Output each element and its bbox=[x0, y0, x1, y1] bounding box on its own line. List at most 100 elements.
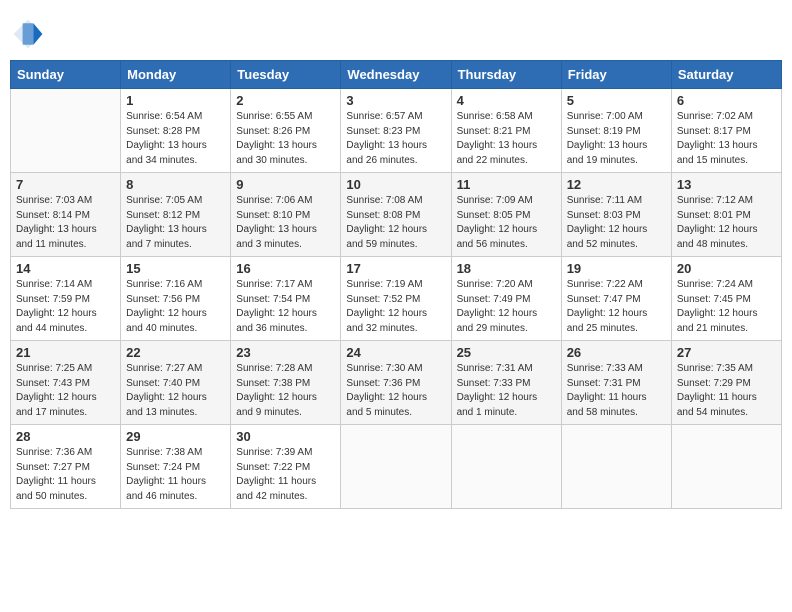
day-info: Sunrise: 7:05 AM Sunset: 8:12 PM Dayligh… bbox=[126, 194, 225, 252]
day-number: 18 bbox=[457, 261, 556, 276]
day-number: 20 bbox=[677, 261, 776, 276]
day-number: 29 bbox=[126, 429, 225, 444]
day-number: 6 bbox=[677, 93, 776, 108]
calendar-cell: 17Sunrise: 7:19 AM Sunset: 7:52 PM Dayli… bbox=[341, 257, 451, 341]
day-number: 3 bbox=[346, 93, 445, 108]
day-info: Sunrise: 7:25 AM Sunset: 7:43 PM Dayligh… bbox=[16, 362, 115, 420]
col-header-sunday: Sunday bbox=[11, 61, 121, 89]
day-number: 26 bbox=[567, 345, 666, 360]
col-header-tuesday: Tuesday bbox=[231, 61, 341, 89]
calendar-cell: 9Sunrise: 7:06 AM Sunset: 8:10 PM Daylig… bbox=[231, 173, 341, 257]
day-info: Sunrise: 7:33 AM Sunset: 7:31 PM Dayligh… bbox=[567, 362, 666, 420]
calendar-cell: 7 Sunrise: 7:03 AM Sunset: 8:14 PM Daylig… bbox=[11, 173, 121, 257]
calendar-cell: 22Sunrise: 7:27 AM Sunset: 7:40 PM Dayli… bbox=[121, 341, 231, 425]
calendar-week-row: 21 Sunrise: 7:25 AM Sunset: 7:43 PM Dayli… bbox=[11, 341, 782, 425]
calendar-cell: 3 Sunrise: 6:57 AM Sunset: 8:23 PM Daylig… bbox=[341, 89, 451, 173]
day-number: 15 bbox=[126, 261, 225, 276]
calendar-cell: 11 Sunrise: 7:09 AM Sunset: 8:05 PM Dayli… bbox=[451, 173, 561, 257]
day-info: Sunrise: 7:30 AM Sunset: 7:36 PM Dayligh… bbox=[346, 362, 445, 420]
day-number: 8 bbox=[126, 177, 225, 192]
calendar-header-row: SundayMondayTuesdayWednesdayThursdayFrid… bbox=[11, 61, 782, 89]
day-number: 25 bbox=[457, 345, 556, 360]
calendar-cell: 28 Sunrise: 7:36 AM Sunset: 7:27 PM Dayli… bbox=[11, 425, 121, 509]
calendar-cell: 30 Sunrise: 7:39 AM Sunset: 7:22 PM Dayli… bbox=[231, 425, 341, 509]
calendar-cell: 10 Sunrise: 7:08 AM Sunset: 8:08 PM Dayli… bbox=[341, 173, 451, 257]
calendar-cell: 1 Sunrise: 6:54 AM Sunset: 8:28 PM Daylig… bbox=[121, 89, 231, 173]
day-number: 30 bbox=[236, 429, 335, 444]
calendar-week-row: 7 Sunrise: 7:03 AM Sunset: 8:14 PM Daylig… bbox=[11, 173, 782, 257]
calendar-cell: 29 Sunrise: 7:38 AM Sunset: 7:24 PM Dayli… bbox=[121, 425, 231, 509]
day-info: Sunrise: 7:09 AM Sunset: 8:05 PM Dayligh… bbox=[457, 194, 556, 252]
calendar-cell bbox=[11, 89, 121, 173]
calendar-cell: 6 Sunrise: 7:02 AM Sunset: 8:17 PM Daylig… bbox=[671, 89, 781, 173]
day-number: 12 bbox=[567, 177, 666, 192]
day-number: 19 bbox=[567, 261, 666, 276]
calendar-cell: 4Sunrise: 6:58 AM Sunset: 8:21 PM Daylig… bbox=[451, 89, 561, 173]
calendar-cell: 21 Sunrise: 7:25 AM Sunset: 7:43 PM Dayli… bbox=[11, 341, 121, 425]
calendar-cell bbox=[341, 425, 451, 509]
col-header-friday: Friday bbox=[561, 61, 671, 89]
day-info: Sunrise: 7:02 AM Sunset: 8:17 PM Dayligh… bbox=[677, 110, 776, 168]
day-info: Sunrise: 6:55 AM Sunset: 8:26 PM Dayligh… bbox=[236, 110, 335, 168]
col-header-wednesday: Wednesday bbox=[341, 61, 451, 89]
day-number: 1 bbox=[126, 93, 225, 108]
calendar-cell bbox=[561, 425, 671, 509]
day-number: 17 bbox=[346, 261, 445, 276]
day-info: Sunrise: 7:31 AM Sunset: 7:33 PM Dayligh… bbox=[457, 362, 556, 420]
day-number: 28 bbox=[16, 429, 115, 444]
calendar-cell: 18 Sunrise: 7:20 AM Sunset: 7:49 PM Dayli… bbox=[451, 257, 561, 341]
logo bbox=[10, 16, 50, 52]
calendar-cell: 24 Sunrise: 7:30 AM Sunset: 7:36 PM Dayli… bbox=[341, 341, 451, 425]
col-header-monday: Monday bbox=[121, 61, 231, 89]
day-info: Sunrise: 7:39 AM Sunset: 7:22 PM Dayligh… bbox=[236, 446, 335, 504]
day-info: Sunrise: 7:12 AM Sunset: 8:01 PM Dayligh… bbox=[677, 194, 776, 252]
day-info: Sunrise: 7:20 AM Sunset: 7:49 PM Dayligh… bbox=[457, 278, 556, 336]
day-number: 13 bbox=[677, 177, 776, 192]
calendar-cell: 27 Sunrise: 7:35 AM Sunset: 7:29 PM Dayli… bbox=[671, 341, 781, 425]
col-header-thursday: Thursday bbox=[451, 61, 561, 89]
calendar-week-row: 14 Sunrise: 7:14 AM Sunset: 7:59 PM Dayli… bbox=[11, 257, 782, 341]
page-header bbox=[10, 10, 782, 52]
day-info: Sunrise: 6:54 AM Sunset: 8:28 PM Dayligh… bbox=[126, 110, 225, 168]
calendar-cell: 25 Sunrise: 7:31 AM Sunset: 7:33 PM Dayli… bbox=[451, 341, 561, 425]
day-number: 21 bbox=[16, 345, 115, 360]
calendar-table: SundayMondayTuesdayWednesdayThursdayFrid… bbox=[10, 60, 782, 509]
day-info: Sunrise: 7:03 AM Sunset: 8:14 PM Dayligh… bbox=[16, 194, 115, 252]
calendar-week-row: 28 Sunrise: 7:36 AM Sunset: 7:27 PM Dayli… bbox=[11, 425, 782, 509]
calendar-week-row: 1 Sunrise: 6:54 AM Sunset: 8:28 PM Daylig… bbox=[11, 89, 782, 173]
day-info: Sunrise: 7:17 AM Sunset: 7:54 PM Dayligh… bbox=[236, 278, 335, 336]
col-header-saturday: Saturday bbox=[671, 61, 781, 89]
calendar-cell: 5 Sunrise: 7:00 AM Sunset: 8:19 PM Daylig… bbox=[561, 89, 671, 173]
day-info: Sunrise: 7:06 AM Sunset: 8:10 PM Dayligh… bbox=[236, 194, 335, 252]
day-info: Sunrise: 7:22 AM Sunset: 7:47 PM Dayligh… bbox=[567, 278, 666, 336]
day-number: 16 bbox=[236, 261, 335, 276]
day-info: Sunrise: 7:16 AM Sunset: 7:56 PM Dayligh… bbox=[126, 278, 225, 336]
day-number: 27 bbox=[677, 345, 776, 360]
day-info: Sunrise: 7:00 AM Sunset: 8:19 PM Dayligh… bbox=[567, 110, 666, 168]
day-info: Sunrise: 7:35 AM Sunset: 7:29 PM Dayligh… bbox=[677, 362, 776, 420]
calendar-cell: 15 Sunrise: 7:16 AM Sunset: 7:56 PM Dayli… bbox=[121, 257, 231, 341]
calendar-cell: 12 Sunrise: 7:11 AM Sunset: 8:03 PM Dayli… bbox=[561, 173, 671, 257]
day-number: 10 bbox=[346, 177, 445, 192]
day-info: Sunrise: 7:24 AM Sunset: 7:45 PM Dayligh… bbox=[677, 278, 776, 336]
day-number: 4 bbox=[457, 93, 556, 108]
calendar-cell: 8 Sunrise: 7:05 AM Sunset: 8:12 PM Daylig… bbox=[121, 173, 231, 257]
day-number: 14 bbox=[16, 261, 115, 276]
day-info: Sunrise: 7:28 AM Sunset: 7:38 PM Dayligh… bbox=[236, 362, 335, 420]
day-info: Sunrise: 7:14 AM Sunset: 7:59 PM Dayligh… bbox=[16, 278, 115, 336]
day-info: Sunrise: 7:38 AM Sunset: 7:24 PM Dayligh… bbox=[126, 446, 225, 504]
day-number: 23 bbox=[236, 345, 335, 360]
day-number: 5 bbox=[567, 93, 666, 108]
day-info: Sunrise: 7:36 AM Sunset: 7:27 PM Dayligh… bbox=[16, 446, 115, 504]
day-number: 24 bbox=[346, 345, 445, 360]
day-info: Sunrise: 7:08 AM Sunset: 8:08 PM Dayligh… bbox=[346, 194, 445, 252]
day-number: 11 bbox=[457, 177, 556, 192]
day-number: 7 bbox=[16, 177, 115, 192]
calendar-cell: 19 Sunrise: 7:22 AM Sunset: 7:47 PM Dayli… bbox=[561, 257, 671, 341]
day-number: 2 bbox=[236, 93, 335, 108]
calendar-cell bbox=[451, 425, 561, 509]
day-info: Sunrise: 6:57 AM Sunset: 8:23 PM Dayligh… bbox=[346, 110, 445, 168]
day-number: 22 bbox=[126, 345, 225, 360]
calendar-cell: 20 Sunrise: 7:24 AM Sunset: 7:45 PM Dayli… bbox=[671, 257, 781, 341]
day-info: Sunrise: 7:11 AM Sunset: 8:03 PM Dayligh… bbox=[567, 194, 666, 252]
